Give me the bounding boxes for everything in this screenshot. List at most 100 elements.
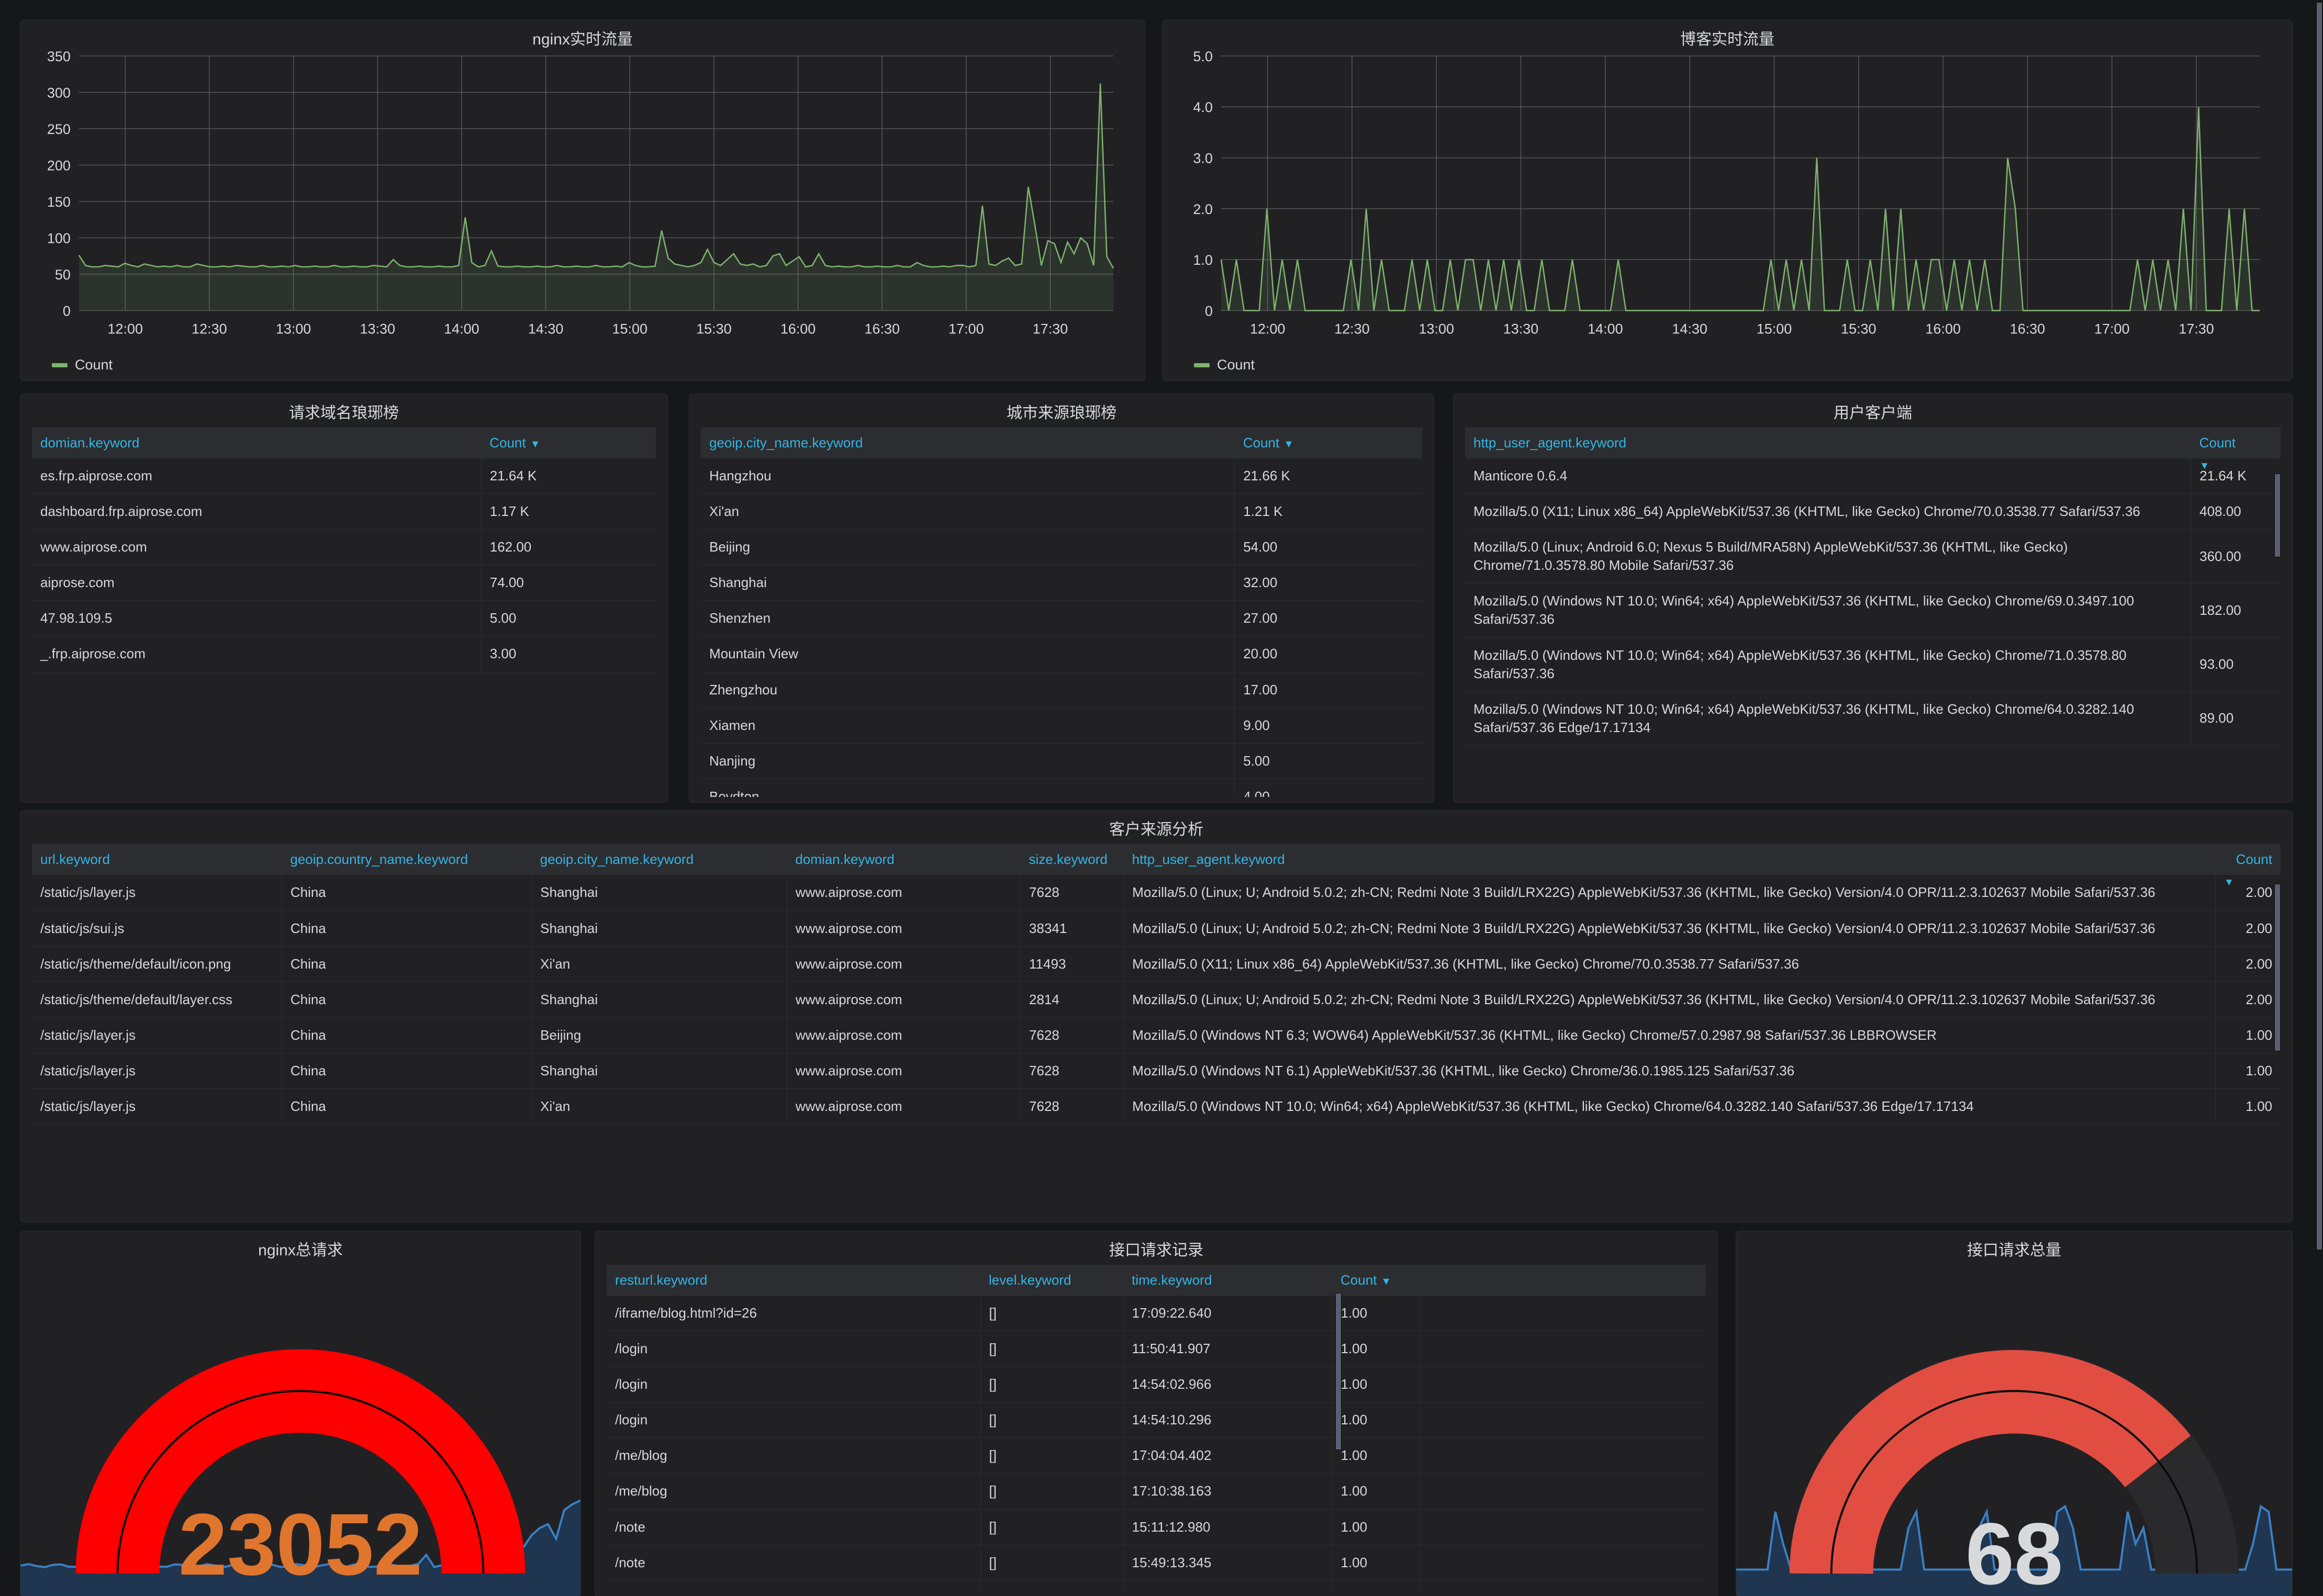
table-row[interactable]: Mountain View 20.00 [701, 636, 1422, 672]
client-source-scrollbar-thumb[interactable] [2274, 884, 2281, 1051]
table-row[interactable]: /static/js/layer.js China Shanghai www.aipr… [32, 875, 2281, 911]
table-row[interactable]: Zhengzhou 17.00 [701, 672, 1422, 708]
column-header-url[interactable]: url.keyword [32, 844, 282, 875]
user-client-table-scroll[interactable]: http_user_agent.keyword Count Manticore … [1465, 428, 2281, 797]
cell-time: 17:04:04.402 [1123, 1437, 1332, 1474]
column-header-level[interactable]: level.keyword [980, 1265, 1123, 1296]
column-header-count[interactable]: Count [2215, 844, 2281, 875]
table-row[interactable]: Mozilla/5.0 (X11; Linux x86_64) AppleWeb… [1465, 493, 2281, 530]
panel-title: 客户来源分析 [1109, 821, 1203, 838]
table-row[interactable]: Mozilla/5.0 (Windows NT 10.0; Win64; x64… [1465, 637, 2281, 692]
table-row[interactable]: /login[] 11:50:41.907 1.00 [607, 1331, 1706, 1367]
table-row[interactable]: /static/js/layer.js China Shanghai www.aipr… [32, 1053, 2281, 1089]
table-row[interactable]: es.frp.aiprose.com 21.64 K [32, 458, 656, 494]
legend-blog[interactable]: Count [1194, 357, 1255, 373]
svg-text:12:00: 12:00 [108, 321, 143, 336]
table-row[interactable]: /login[] 14:54:10.296 1.00 [607, 1402, 1706, 1438]
cell-agent: Manticore 0.6.4 [1465, 458, 2191, 494]
table-row[interactable]: Mozilla/5.0 (Linux; Android 6.0; Nexus 5… [1465, 529, 2281, 584]
table-row[interactable]: 47.98.109.5 5.00 [32, 600, 656, 637]
table-row[interactable]: Manticore 0.6.421.64 K [1465, 458, 2281, 494]
column-header-count[interactable]: Count [2191, 428, 2281, 458]
table-row[interactable]: www.aiprose.com 162.00 [32, 529, 656, 566]
cell-city: Shanghai [531, 1053, 787, 1089]
user-client-scrollbar-thumb[interactable] [2274, 474, 2281, 557]
cell-city: Shanghai [531, 982, 787, 1018]
table-row[interactable]: dashboard.frp.aiprose.com 1.17 K [32, 493, 656, 530]
table-row[interactable]: Shanghai 32.00 [701, 565, 1422, 601]
panel-blog-traffic: 博客实时流量 0 1.0 2.0 3.0 4.0 5.0 12:00 12:30 13:00 1… [1162, 20, 2293, 381]
table-row[interactable]: /static/js/sui.js China Shanghai www.aipros… [32, 911, 2281, 947]
table-row[interactable]: /static/js/layer.js China Beijing www.aipro… [32, 1017, 2281, 1053]
table-row[interactable]: Boydton 4.00 [701, 779, 1422, 797]
table-row[interactable]: Hangzhou 21.66 K [701, 458, 1422, 494]
panel-title: nginx总请求 [258, 1242, 343, 1259]
legend-swatch-icon [52, 363, 68, 367]
table-row[interactable]: /static/js/layer.js China Xi'an www.aiprose… [32, 1088, 2281, 1125]
column-header-city[interactable]: geoip.city_name.keyword [531, 844, 787, 875]
table-row[interactable]: Mozilla/5.0 (Windows NT 10.0; Win64; x64… [1465, 691, 2281, 746]
column-header-count[interactable]: Count ▼ [1332, 1265, 1420, 1296]
gauge-value-text: 23052 [178, 1495, 422, 1593]
column-header-size[interactable]: size.keyword [1020, 844, 1124, 875]
svg-text:0: 0 [63, 303, 71, 319]
table-row[interactable]: /iframe/blog.html?id=26[] 17:09:22.640 1.0… [607, 1296, 1706, 1332]
table-row[interactable]: Xiamen 9.00 [701, 707, 1422, 744]
nginx-traffic-svg: 0 50 100 150 200 250 300 350 12:00 12:30 13:00 13:… [47, 50, 1114, 336]
domain-rank-table-scroll[interactable]: domian.keyword Count ▼ es.frp.aiprose.com… [32, 428, 656, 797]
legend-nginx[interactable]: Count [52, 357, 113, 373]
column-header-domain[interactable]: domian.keyword [32, 428, 482, 458]
client-source-table-scroll[interactable]: url.keyword geoip.country_name.keyword g… [32, 844, 2281, 1217]
cell-domain: www.aiprose.com [786, 1088, 1021, 1125]
table-row[interactable]: aiprose.com 74.00 [32, 565, 656, 601]
table-row[interactable]: /note[] 15:49:13.345 1.00 [607, 1545, 1706, 1581]
svg-text:200: 200 [47, 158, 71, 173]
cell-name: dashboard.frp.aiprose.com [32, 493, 482, 530]
table-row[interactable]: /note[] 15:11:12.980 1.00 [607, 1509, 1706, 1545]
table-row[interactable]: /note/25[]15:11:21.9381.00 [607, 1580, 1706, 1591]
cell-agent: Mozilla/5.0 (Linux; U; Android 5.0.2; zh… [1123, 911, 2216, 947]
column-header-time[interactable]: time.keyword [1123, 1265, 1332, 1296]
city-rank-table-scroll[interactable]: geoip.city_name.keyword Count ▼ Hangzhou 2… [701, 428, 1422, 797]
column-header-count[interactable]: Count ▼ [1234, 428, 1422, 458]
table-row[interactable]: /login[] 14:54:02.966 1.00 [607, 1366, 1706, 1403]
page-scrollbar-thumb[interactable] [2316, 2, 2322, 1250]
cell-count: 89.00 [2191, 691, 2281, 746]
cell-url: /me/blog [607, 1437, 980, 1474]
api-log-scrollbar-thumb[interactable] [1335, 1293, 1342, 1450]
table-row[interactable]: /static/js/theme/default/icon.png China Xi… [32, 946, 2281, 982]
cell-count: 408.00 [2191, 493, 2281, 530]
table-row[interactable]: Xi'an 1.21 K [701, 493, 1422, 530]
column-header-user-agent[interactable]: http_user_agent.keyword [1123, 844, 2216, 875]
column-header-count[interactable]: Count ▼ [481, 428, 656, 458]
table-row[interactable]: Mozilla/5.0 (Windows NT 10.0; Win64; x64… [1465, 583, 2281, 638]
table-row[interactable]: /static/js/theme/default/layer.css China S… [32, 982, 2281, 1018]
table-row[interactable]: /me/blog[] 17:04:04.402 1.00 [607, 1437, 1706, 1474]
cell-count: 1.00 [1332, 1509, 1420, 1545]
cell-agent: Mozilla/5.0 (Windows NT 10.0; Win64; x64… [1465, 637, 2191, 692]
legend-label: Count [1217, 357, 1255, 373]
column-header-user-agent[interactable]: http_user_agent.keyword [1465, 428, 2191, 458]
table-row[interactable]: Beijing 54.00 [701, 529, 1422, 566]
column-header-domain[interactable]: domian.keyword [787, 844, 1021, 875]
api-log-table-scroll[interactable]: resturl.keyword level.keyword time.keywo… [607, 1265, 1706, 1591]
cell-url: /static/js/theme/default/layer.css [32, 982, 282, 1018]
column-header-city[interactable]: geoip.city_name.keyword [701, 428, 1235, 458]
cell-agent: Mozilla/5.0 (Windows NT 10.0; Win64; x64… [1465, 691, 2191, 746]
svg-text:12:30: 12:30 [192, 321, 227, 336]
table-row[interactable]: Shenzhen 27.00 [701, 600, 1422, 637]
user-client-table: http_user_agent.keyword Count Manticore … [1465, 428, 2281, 746]
table-row[interactable]: _.frp.aiprose.com 3.00 [32, 636, 656, 672]
svg-text:17:00: 17:00 [2094, 321, 2129, 336]
cell-spacer [1420, 1509, 1706, 1545]
page-scrollbar-track[interactable] [2316, 0, 2323, 1596]
cell-count: 1.00 [1332, 1366, 1420, 1403]
cell-size: 2814 [1020, 982, 1124, 1018]
table-row[interactable]: Nanjing 5.00 [701, 743, 1422, 779]
table-row[interactable]: /me/blog[] 17:10:38.163 1.00 [607, 1473, 1706, 1510]
cell-spacer [1420, 1473, 1706, 1510]
column-header-country[interactable]: geoip.country_name.keyword [282, 844, 532, 875]
column-header-resturl[interactable]: resturl.keyword [607, 1265, 980, 1296]
panel-client-source: 客户来源分析 url.keyword geoip.country_name.ke… [20, 810, 2293, 1222]
cell-count: 1.00 [1332, 1580, 1420, 1591]
